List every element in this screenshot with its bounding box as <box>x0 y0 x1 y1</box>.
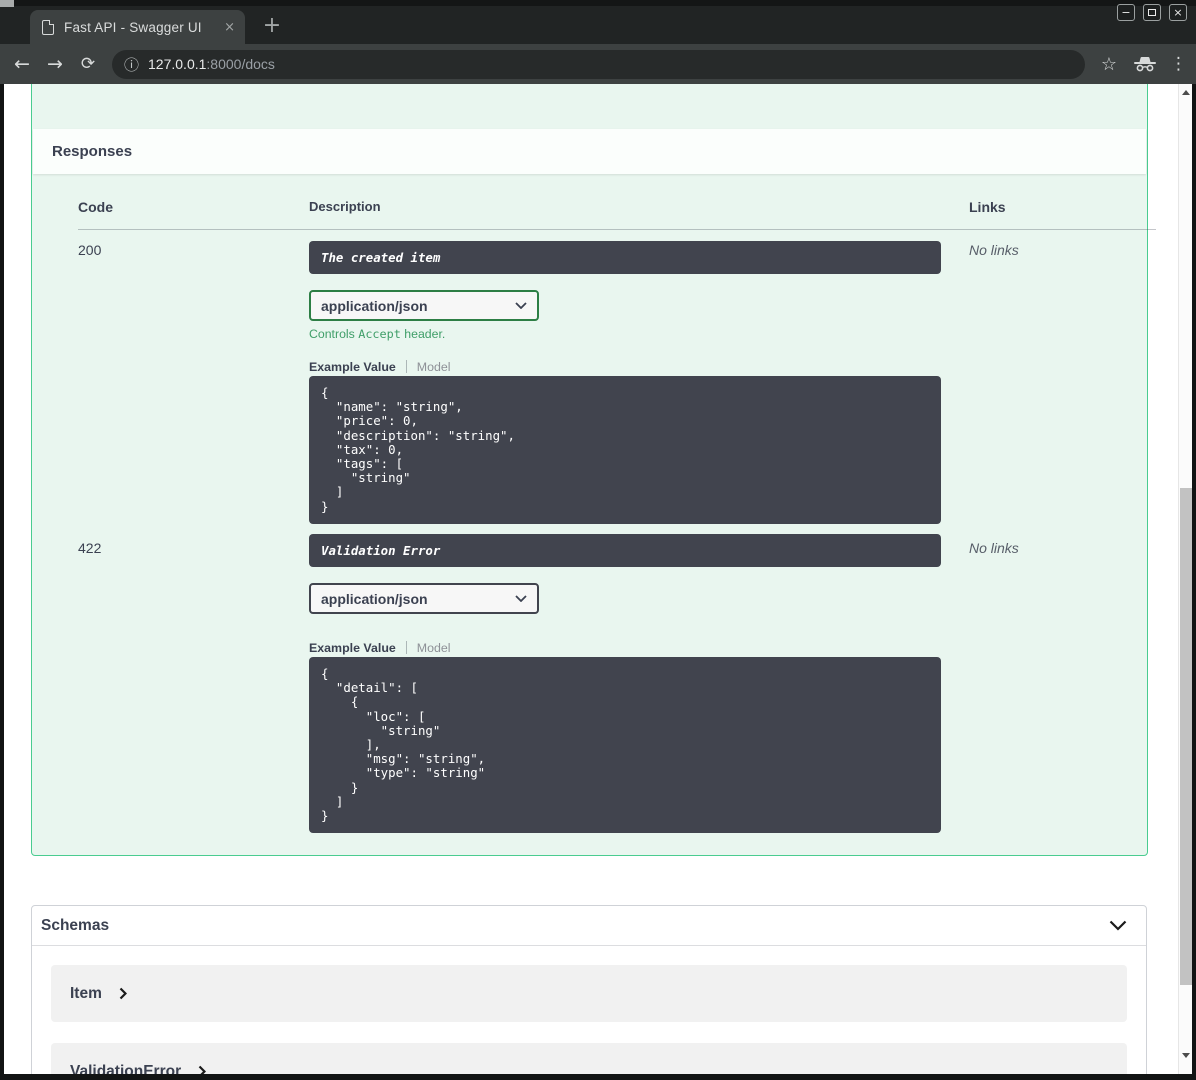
operation-block: Responses Code Description Links 200 The… <box>31 84 1156 856</box>
page-favicon-icon <box>42 19 54 35</box>
chevron-down-icon <box>515 595 527 602</box>
response-row-422: 422 Validation Error application/json Ex… <box>78 532 1156 834</box>
model-name: ValidationError <box>70 1062 182 1075</box>
close-button[interactable]: × <box>1169 4 1187 21</box>
window-corner-accent <box>0 0 14 7</box>
column-header-code: Code <box>78 199 113 215</box>
response-description: Validation Error <box>309 534 941 567</box>
media-type-select[interactable]: application/json <box>309 583 539 614</box>
responses-table-header: Code Description Links <box>78 199 1156 230</box>
browser-titlebar: Fast API - Swagger UI × + − × <box>0 0 1196 44</box>
response-description-cell: The created item application/json Contro… <box>309 239 969 524</box>
example-json-block: { "detail": [ { "loc": [ "string" ], "ms… <box>309 657 941 834</box>
scrollbar-up-arrow-icon[interactable] <box>1182 90 1190 95</box>
accept-header-note: Controls Accept header. <box>309 327 969 341</box>
response-description: The created item <box>309 241 941 274</box>
address-bar[interactable]: ⓘ 127.0.0.1 :8000/docs <box>112 49 1085 79</box>
response-row-200: 200 The created item application/json Co… <box>78 239 1156 524</box>
browser-tab[interactable]: Fast API - Swagger UI × <box>30 10 245 44</box>
url-host: 127.0.0.1 <box>148 56 207 72</box>
tab-divider <box>405 360 407 373</box>
page-content: Responses Code Description Links 200 The… <box>4 84 1178 1074</box>
scrollbar-down-arrow-icon[interactable] <box>1182 1053 1190 1058</box>
tab-model[interactable]: Model <box>417 641 451 655</box>
example-model-tabs: Example Value Model <box>309 640 969 655</box>
example-model-tabs: Example Value Model <box>309 359 969 374</box>
chevron-right-icon <box>119 987 127 1000</box>
bookmark-star-icon[interactable]: ☆ <box>1099 54 1119 75</box>
reload-icon[interactable]: ⟳ <box>77 53 99 75</box>
menu-dots-icon[interactable]: ⋮ <box>1170 56 1187 73</box>
response-description-cell: Validation Error application/json Exampl… <box>309 532 969 834</box>
example-json-block: { "name": "string", "price": 0, "descrip… <box>309 376 941 524</box>
schemas-section: Schemas Item ValidationError <box>31 905 1147 1074</box>
browser-toolbar: ← → ⟳ ⓘ 127.0.0.1 :8000/docs ☆ ⋮ <box>0 44 1196 84</box>
model-name: Item <box>70 984 102 1002</box>
response-links: No links <box>969 540 1019 556</box>
chevron-right-icon <box>198 1065 207 1074</box>
schemas-header[interactable]: Schemas <box>32 906 1146 946</box>
forward-icon[interactable]: → <box>44 53 66 75</box>
accept-note-prefix: Controls <box>309 327 359 341</box>
response-code: 422 <box>78 540 102 556</box>
accept-note-suffix: header. <box>400 327 446 341</box>
site-info-icon[interactable]: ⓘ <box>124 54 139 75</box>
back-icon[interactable]: ← <box>11 53 33 75</box>
tab-example-value[interactable]: Example Value <box>309 360 396 374</box>
tab-title: Fast API - Swagger UI <box>64 19 202 35</box>
maximize-icon <box>1148 9 1156 16</box>
window-top-edge <box>0 0 1196 6</box>
url-path: :8000/docs <box>206 56 275 72</box>
media-type-select[interactable]: application/json <box>309 290 539 321</box>
window-controls: − × <box>1117 4 1187 21</box>
tab-example-value[interactable]: Example Value <box>309 641 396 655</box>
column-header-description: Description <box>309 199 381 214</box>
schemas-title: Schemas <box>41 917 110 934</box>
response-code: 200 <box>78 242 102 258</box>
media-type-value: application/json <box>321 297 428 314</box>
model-row-item[interactable]: Item <box>51 965 1127 1022</box>
tab-divider <box>405 641 407 654</box>
tab-close-icon[interactable]: × <box>224 20 235 35</box>
model-row-validationerror[interactable]: ValidationError <box>51 1043 1127 1074</box>
chevron-down-icon[interactable] <box>1109 920 1127 931</box>
responses-section-header: Responses <box>33 129 1146 174</box>
scrollbar-thumb[interactable] <box>1180 488 1192 985</box>
tab-model[interactable]: Model <box>417 360 451 374</box>
accept-note-code: Accept <box>358 327 401 341</box>
response-links: No links <box>969 242 1019 258</box>
incognito-icon <box>1134 57 1156 72</box>
chevron-down-icon <box>515 302 527 309</box>
column-header-links: Links <box>969 199 1006 215</box>
minimize-button[interactable]: − <box>1117 4 1135 21</box>
schemas-model-list: Item ValidationError <box>32 946 1146 1074</box>
new-tab-button[interactable]: + <box>258 13 286 41</box>
page-scrollbar <box>1178 84 1192 1074</box>
media-type-value: application/json <box>321 590 428 607</box>
maximize-button[interactable] <box>1143 4 1161 21</box>
